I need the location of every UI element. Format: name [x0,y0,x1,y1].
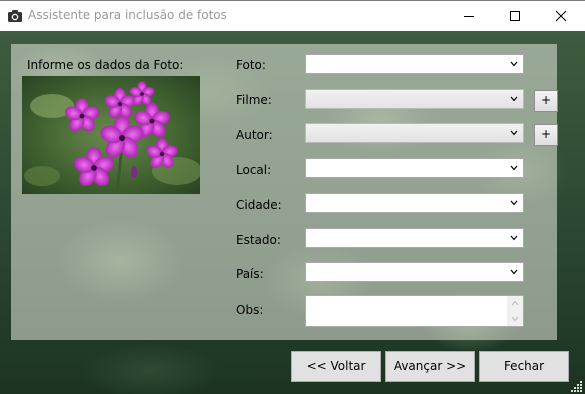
cidade-label: Cidade: [236,198,282,212]
resize-grip-icon[interactable] [571,380,583,392]
autor-label: Autor: [236,128,273,142]
filme-label: Filme: [236,93,272,107]
cidade-combobox[interactable] [305,193,524,213]
camera-icon [8,10,22,22]
chevron-down-icon [510,165,518,171]
panel-title: Informe os dados da Foto: [27,58,184,72]
pais-combobox[interactable] [305,262,524,282]
chevron-down-icon [510,200,518,206]
photo-preview [22,76,200,194]
title-bar: Assistente para inclusão de fotos [0,0,585,31]
estado-label: Estado: [236,233,281,247]
obs-label: Obs: [236,303,264,317]
maximize-button[interactable] [492,1,538,32]
autor-combobox[interactable] [305,123,524,143]
wizard-window: Assistente para inclusão de fotos Inform… [0,0,585,394]
chevron-down-icon[interactable] [511,316,519,322]
minimize-icon [464,16,474,17]
pais-label: País: [236,267,264,281]
close-icon [555,10,567,22]
close-wizard-button[interactable]: Fechar [479,351,569,382]
add-filme-button[interactable]: + [534,90,558,112]
obs-textbox[interactable] [305,295,524,327]
chevron-up-icon[interactable] [511,300,519,306]
chevron-down-icon [510,235,518,241]
close-button[interactable] [538,1,584,32]
window-title: Assistente para inclusão de fotos [28,8,227,22]
next-button[interactable]: Avançar >> [385,351,475,382]
local-combobox[interactable] [305,158,524,178]
chevron-down-icon [510,269,518,275]
filme-combobox[interactable] [305,89,524,109]
foto-combobox[interactable] [305,54,524,74]
photo-data-panel: Informe os dados da Foto: Foto: Filme: +… [11,44,558,340]
chevron-down-icon [510,61,518,67]
back-button[interactable]: << Voltar [291,351,381,382]
maximize-icon [510,11,520,21]
foto-label: Foto: [236,58,266,72]
obs-scrollbar[interactable] [507,296,523,326]
chevron-down-icon [510,130,518,136]
chevron-down-icon [510,96,518,102]
window-client-area: Informe os dados da Foto: Foto: Filme: +… [0,31,585,394]
add-autor-button[interactable]: + [534,124,558,146]
estado-combobox[interactable] [305,228,524,248]
local-label: Local: [236,163,272,177]
minimize-button[interactable] [446,1,492,32]
